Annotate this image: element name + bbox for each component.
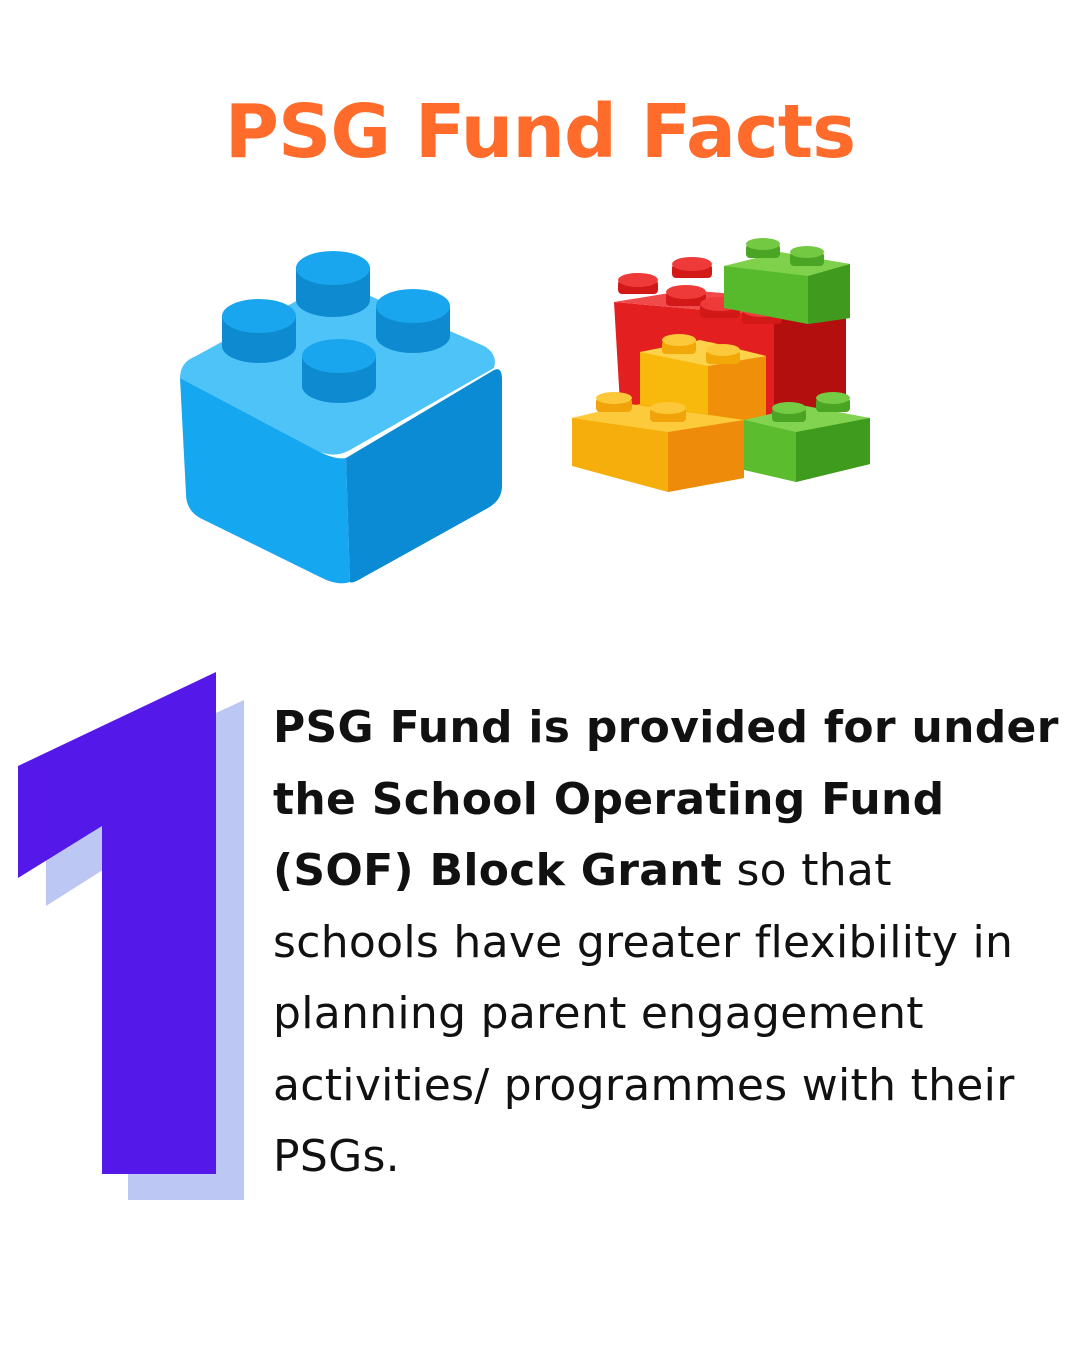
blue-lego-brick-icon: [180, 251, 502, 584]
lego-bricks-pile-icon: [572, 238, 870, 492]
fact-number-graphic: 1: [18, 672, 244, 1200]
lego-illustrations: [180, 238, 870, 584]
fact-number-glyph: [18, 672, 216, 1174]
fact-bold-text: PSG Fund is provided for under the Schoo…: [273, 702, 1059, 896]
fact-text: PSG Fund is provided for under the Schoo…: [273, 692, 1063, 1193]
